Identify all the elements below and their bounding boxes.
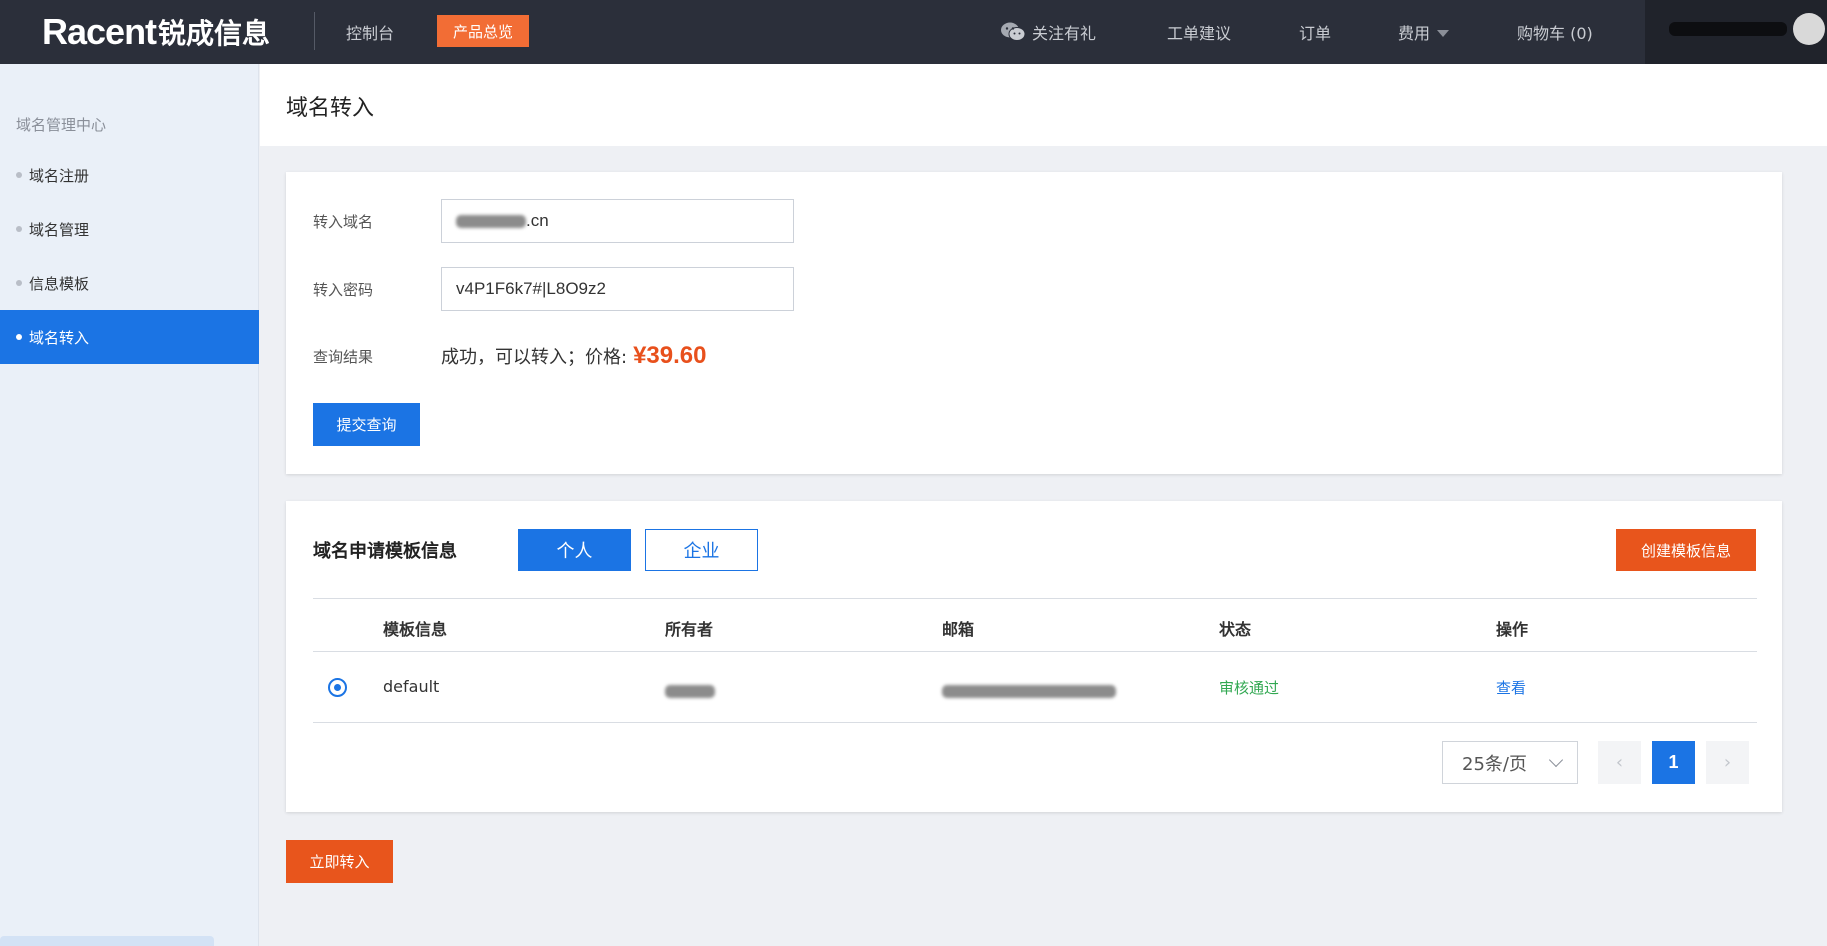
cell-status-badge: 审核通过 xyxy=(1219,679,1280,697)
chevron-right-icon: › xyxy=(1723,752,1732,773)
sidebar-item-info-template[interactable]: 信息模板 xyxy=(0,256,259,310)
nav-fees-label: 费用 xyxy=(1398,24,1431,43)
nav-fees-dropdown[interactable]: 费用 xyxy=(1398,20,1450,44)
page-size-value: 25条/页 xyxy=(1462,753,1527,775)
bullet-icon xyxy=(16,226,22,232)
column-header-owner: 所有者 xyxy=(665,620,714,639)
bullet-icon xyxy=(16,334,22,340)
page-size-select[interactable]: 25条/页 xyxy=(1442,741,1578,784)
template-info-card: 域名申请模板信息 个人 企业 创建模板信息 模板信息 所有者 邮箱 状态 操作 … xyxy=(286,501,1782,812)
sidebar-item-label: 域名管理 xyxy=(29,220,90,239)
racent-logo[interactable]: Racent 锐成信息 xyxy=(42,10,270,54)
account-name-redacted xyxy=(1669,22,1787,36)
sidebar: 域名管理中心 域名注册 域名管理 信息模板 域名转入 xyxy=(0,64,259,946)
cell-email-redacted xyxy=(942,681,1116,700)
domain-input[interactable]: .cn xyxy=(441,199,794,243)
table-divider xyxy=(313,651,1757,652)
sidebar-item-label: 信息模板 xyxy=(29,274,90,293)
sidebar-item-domain-register[interactable]: 域名注册 xyxy=(0,148,259,202)
top-navbar: Racent 锐成信息 控制台 产品总览 关注有礼 工单建议 订单 费用 购物车… xyxy=(0,0,1827,64)
cell-template-name: default xyxy=(383,677,440,696)
nav-follow-link[interactable]: 关注有礼 xyxy=(1000,20,1096,44)
cell-owner-redacted xyxy=(665,681,715,700)
result-field-label: 查询结果 xyxy=(313,348,374,366)
logo-chinese: 锐成信息 xyxy=(158,18,271,49)
table-divider xyxy=(313,722,1757,723)
nav-follow-label: 关注有礼 xyxy=(1032,24,1097,43)
sidebar-bottom-tab[interactable] xyxy=(0,936,214,946)
redacted-email xyxy=(942,685,1116,698)
header-divider xyxy=(314,12,315,50)
submit-query-button[interactable]: 提交查询 xyxy=(313,403,420,446)
sidebar-heading: 域名管理中心 xyxy=(16,116,107,134)
page-title-bar: 域名转入 xyxy=(260,64,1827,146)
caret-down-icon xyxy=(1437,29,1450,37)
chevron-down-icon xyxy=(1548,752,1564,768)
wechat-icon xyxy=(1001,22,1026,41)
transfer-query-card: 转入域名 .cn 转入密码 v4P1F6k7#|L8O9z2 查询结果 成功，可… xyxy=(286,172,1782,474)
row-radio-selected[interactable] xyxy=(328,678,347,697)
view-link[interactable]: 查看 xyxy=(1496,677,1526,698)
nav-cart-link[interactable]: 购物车 (0) xyxy=(1517,20,1593,44)
column-header-email: 邮箱 xyxy=(942,620,975,639)
tab-company[interactable]: 企业 xyxy=(645,529,758,571)
nav-products-button[interactable]: 产品总览 xyxy=(437,15,529,47)
nav-console-link[interactable]: 控制台 xyxy=(346,20,394,44)
domain-field-label: 转入域名 xyxy=(313,213,374,231)
column-header-action: 操作 xyxy=(1496,620,1529,639)
template-section-title: 域名申请模板信息 xyxy=(313,541,457,562)
query-result: 成功，可以转入；价格: ¥39.60 xyxy=(441,342,706,370)
pager-prev-button[interactable]: ‹ xyxy=(1598,741,1641,784)
sidebar-item-domain-transfer[interactable]: 域名转入 xyxy=(0,310,259,364)
table-divider xyxy=(313,598,1757,599)
pager-page-1[interactable]: 1 xyxy=(1652,741,1695,784)
bullet-icon xyxy=(16,280,22,286)
sidebar-item-label: 域名转入 xyxy=(29,328,90,347)
result-message: 成功，可以转入；价格: xyxy=(441,347,628,368)
page-title: 域名转入 xyxy=(286,96,375,121)
redacted-domain-prefix xyxy=(456,214,526,228)
chevron-left-icon: ‹ xyxy=(1615,752,1624,773)
domain-input-suffix: .cn xyxy=(526,211,549,230)
tab-personal[interactable]: 个人 xyxy=(518,529,631,571)
avatar[interactable] xyxy=(1793,13,1825,45)
price-value: ¥39.60 xyxy=(633,342,707,369)
password-field-label: 转入密码 xyxy=(313,281,374,299)
password-input[interactable]: v4P1F6k7#|L8O9z2 xyxy=(441,267,794,311)
column-header-template: 模板信息 xyxy=(383,620,448,639)
logo-latin: Racent xyxy=(42,11,157,52)
redacted-owner xyxy=(665,685,715,698)
nav-orders-link[interactable]: 订单 xyxy=(1299,20,1331,44)
transfer-now-button[interactable]: 立即转入 xyxy=(286,840,393,883)
nav-ticket-link[interactable]: 工单建议 xyxy=(1167,20,1231,44)
bullet-icon xyxy=(16,172,22,178)
sidebar-item-label: 域名注册 xyxy=(29,166,90,185)
column-header-status: 状态 xyxy=(1219,620,1252,639)
account-menu[interactable] xyxy=(1645,0,1827,64)
pager-next-button[interactable]: › xyxy=(1706,741,1749,784)
sidebar-item-domain-manage[interactable]: 域名管理 xyxy=(0,202,259,256)
create-template-button[interactable]: 创建模板信息 xyxy=(1616,529,1756,571)
